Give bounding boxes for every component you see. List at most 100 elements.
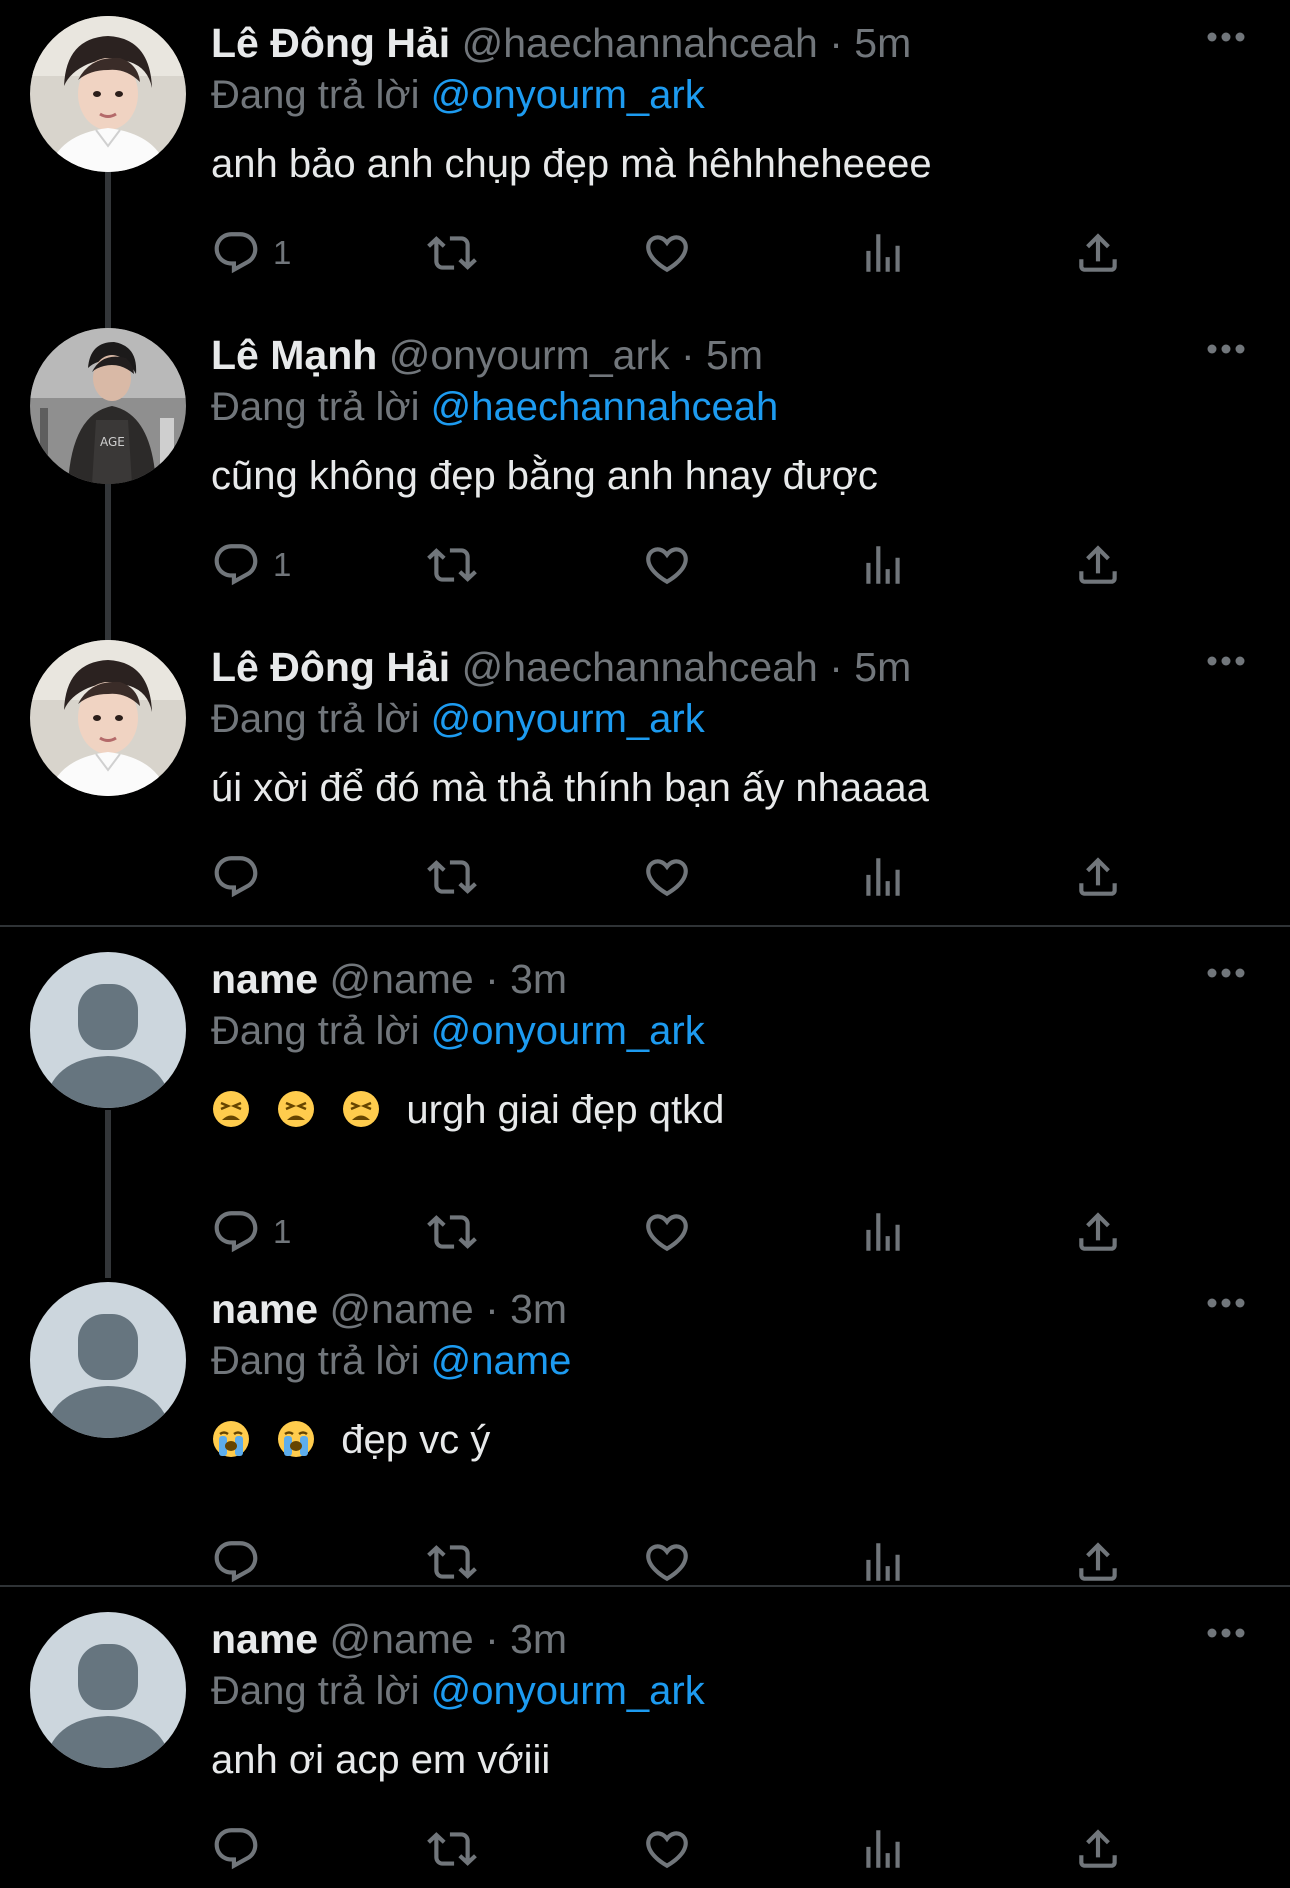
- share-icon: [1079, 545, 1117, 584]
- like-icon: [646, 1831, 688, 1869]
- mention-link[interactable]: @onyourm_ark: [431, 1669, 705, 1713]
- like-button[interactable]: [642, 849, 692, 905]
- reply-button[interactable]: 1: [211, 537, 291, 593]
- more-options-icon[interactable]: [1206, 1626, 1246, 1640]
- tweet[interactable]: name @name · 3m Đang trả lời @onyourm_ar…: [0, 1596, 1290, 1888]
- retweet-button[interactable]: [427, 1204, 477, 1260]
- avatar[interactable]: [30, 16, 186, 172]
- handle-and-time[interactable]: @haechannahceah · 5m: [462, 644, 912, 690]
- views-icon: [866, 1213, 900, 1251]
- more-options-icon[interactable]: [1206, 966, 1246, 980]
- handle-and-time[interactable]: @name · 3m: [330, 1286, 568, 1332]
- reply-count: 1: [273, 1213, 292, 1250]
- views-icon: [866, 1543, 900, 1581]
- reply-button[interactable]: [211, 849, 273, 905]
- display-name[interactable]: name: [211, 1286, 318, 1332]
- thread-connector-line: [105, 1264, 111, 1278]
- like-button[interactable]: [642, 1821, 692, 1877]
- mention-link[interactable]: @name: [431, 1339, 572, 1383]
- share-button[interactable]: [1073, 225, 1123, 281]
- views-icon: [866, 234, 900, 272]
- avatar[interactable]: AGE: [30, 328, 186, 484]
- tweet-header: name @name · 3m: [211, 1280, 1230, 1338]
- views-button[interactable]: [858, 1821, 908, 1877]
- share-button[interactable]: [1073, 1534, 1123, 1590]
- like-icon: [646, 547, 688, 585]
- replying-to-label: Đang trả lời: [211, 1009, 420, 1053]
- share-icon: [1079, 1829, 1117, 1868]
- mention-link[interactable]: @onyourm_ark: [431, 73, 705, 117]
- svg-text:AGE: AGE: [100, 435, 125, 449]
- tweet-header: Lê Đông Hải @haechannahceah · 5m: [211, 14, 1230, 72]
- retweet-button[interactable]: [427, 1534, 477, 1590]
- like-button[interactable]: [642, 537, 692, 593]
- display-name[interactable]: Lê Mạnh: [211, 332, 377, 378]
- retweet-icon: [427, 860, 477, 894]
- views-button[interactable]: [858, 1204, 908, 1260]
- handle-and-time[interactable]: @name · 3m: [330, 1616, 568, 1662]
- replying-to-label: Đang trả lời: [211, 385, 420, 429]
- avatar[interactable]: [30, 1612, 186, 1768]
- tweet-text-line: đẹp vc ý: [211, 1412, 490, 1468]
- display-name[interactable]: Lê Đông Hải: [211, 20, 450, 66]
- more-options-icon[interactable]: [1206, 342, 1246, 356]
- display-name[interactable]: name: [211, 956, 318, 1002]
- handle-and-time[interactable]: @onyourm_ark · 5m: [389, 332, 763, 378]
- reply-button[interactable]: 1: [211, 1204, 291, 1260]
- tweet-actions: 1: [211, 537, 1171, 593]
- reply-button[interactable]: [211, 1821, 273, 1877]
- loudly-crying-face-emoji: [276, 1419, 316, 1459]
- share-button[interactable]: [1073, 849, 1123, 905]
- views-button[interactable]: [858, 225, 908, 281]
- like-button[interactable]: [642, 1534, 692, 1590]
- tweet[interactable]: Lê Đông Hải @haechannahceah · 5m Đang tr…: [0, 622, 1290, 924]
- reply-icon: [214, 232, 258, 274]
- tweet[interactable]: AGE Lê Mạnh @onyourm_ark · 5m Đang trả l…: [0, 310, 1290, 642]
- handle-and-time[interactable]: @haechannahceah · 5m: [462, 20, 912, 66]
- more-options-icon[interactable]: [1206, 30, 1246, 44]
- more-options-icon[interactable]: [1206, 654, 1246, 668]
- tweet[interactable]: name @name · 3m Đang trả lời @onyourm_ar…: [0, 936, 1290, 1266]
- mention-link[interactable]: @onyourm_ark: [431, 1009, 705, 1053]
- retweet-button[interactable]: [427, 849, 477, 905]
- reply-button[interactable]: [211, 1534, 273, 1590]
- tweet-timeline: Lê Đông Hải @haechannahceah · 5m Đang tr…: [0, 0, 1290, 1888]
- avatar[interactable]: [30, 640, 186, 796]
- tweet-header: name @name · 3m: [211, 1610, 1230, 1668]
- tweet[interactable]: name @name · 3m Đang trả lời @name đẹp v…: [0, 1264, 1290, 1584]
- retweet-button[interactable]: [427, 537, 477, 593]
- mention-link[interactable]: @onyourm_ark: [431, 697, 705, 741]
- mention-link[interactable]: @haechannahceah: [431, 385, 779, 429]
- handle-and-time[interactable]: @name · 3m: [330, 956, 568, 1002]
- reply-button[interactable]: 1: [211, 225, 291, 281]
- replying-to: Đang trả lời @onyourm_ark: [211, 1003, 705, 1059]
- tweet-text: anh ơi acp em vớiii: [211, 1738, 551, 1782]
- views-button[interactable]: [858, 1534, 908, 1590]
- share-button[interactable]: [1073, 1821, 1123, 1877]
- like-icon: [646, 1544, 688, 1582]
- loudly-crying-face-emoji: [211, 1419, 251, 1459]
- share-button[interactable]: [1073, 537, 1123, 593]
- views-button[interactable]: [858, 849, 908, 905]
- avatar[interactable]: [30, 952, 186, 1108]
- share-icon: [1079, 1212, 1117, 1251]
- share-button[interactable]: [1073, 1204, 1123, 1260]
- thread-connector-line: [105, 310, 111, 324]
- more-options-icon[interactable]: [1206, 1296, 1246, 1310]
- like-button[interactable]: [642, 225, 692, 281]
- tweet[interactable]: Lê Đông Hải @haechannahceah · 5m Đang tr…: [0, 0, 1290, 330]
- like-button[interactable]: [642, 1204, 692, 1260]
- display-name[interactable]: Lê Đông Hải: [211, 644, 450, 690]
- retweet-icon: [427, 236, 477, 270]
- retweet-button[interactable]: [427, 225, 477, 281]
- tired-face-emoji: [341, 1089, 381, 1129]
- share-icon: [1079, 1542, 1117, 1581]
- tweet-actions: [211, 849, 1171, 905]
- retweet-button[interactable]: [427, 1821, 477, 1877]
- views-button[interactable]: [858, 537, 908, 593]
- avatar[interactable]: [30, 1282, 186, 1438]
- share-icon: [1079, 233, 1117, 272]
- display-name[interactable]: name: [211, 1616, 318, 1662]
- replying-to: Đang trả lời @onyourm_ark: [211, 1663, 705, 1719]
- tired-face-emoji: [211, 1089, 251, 1129]
